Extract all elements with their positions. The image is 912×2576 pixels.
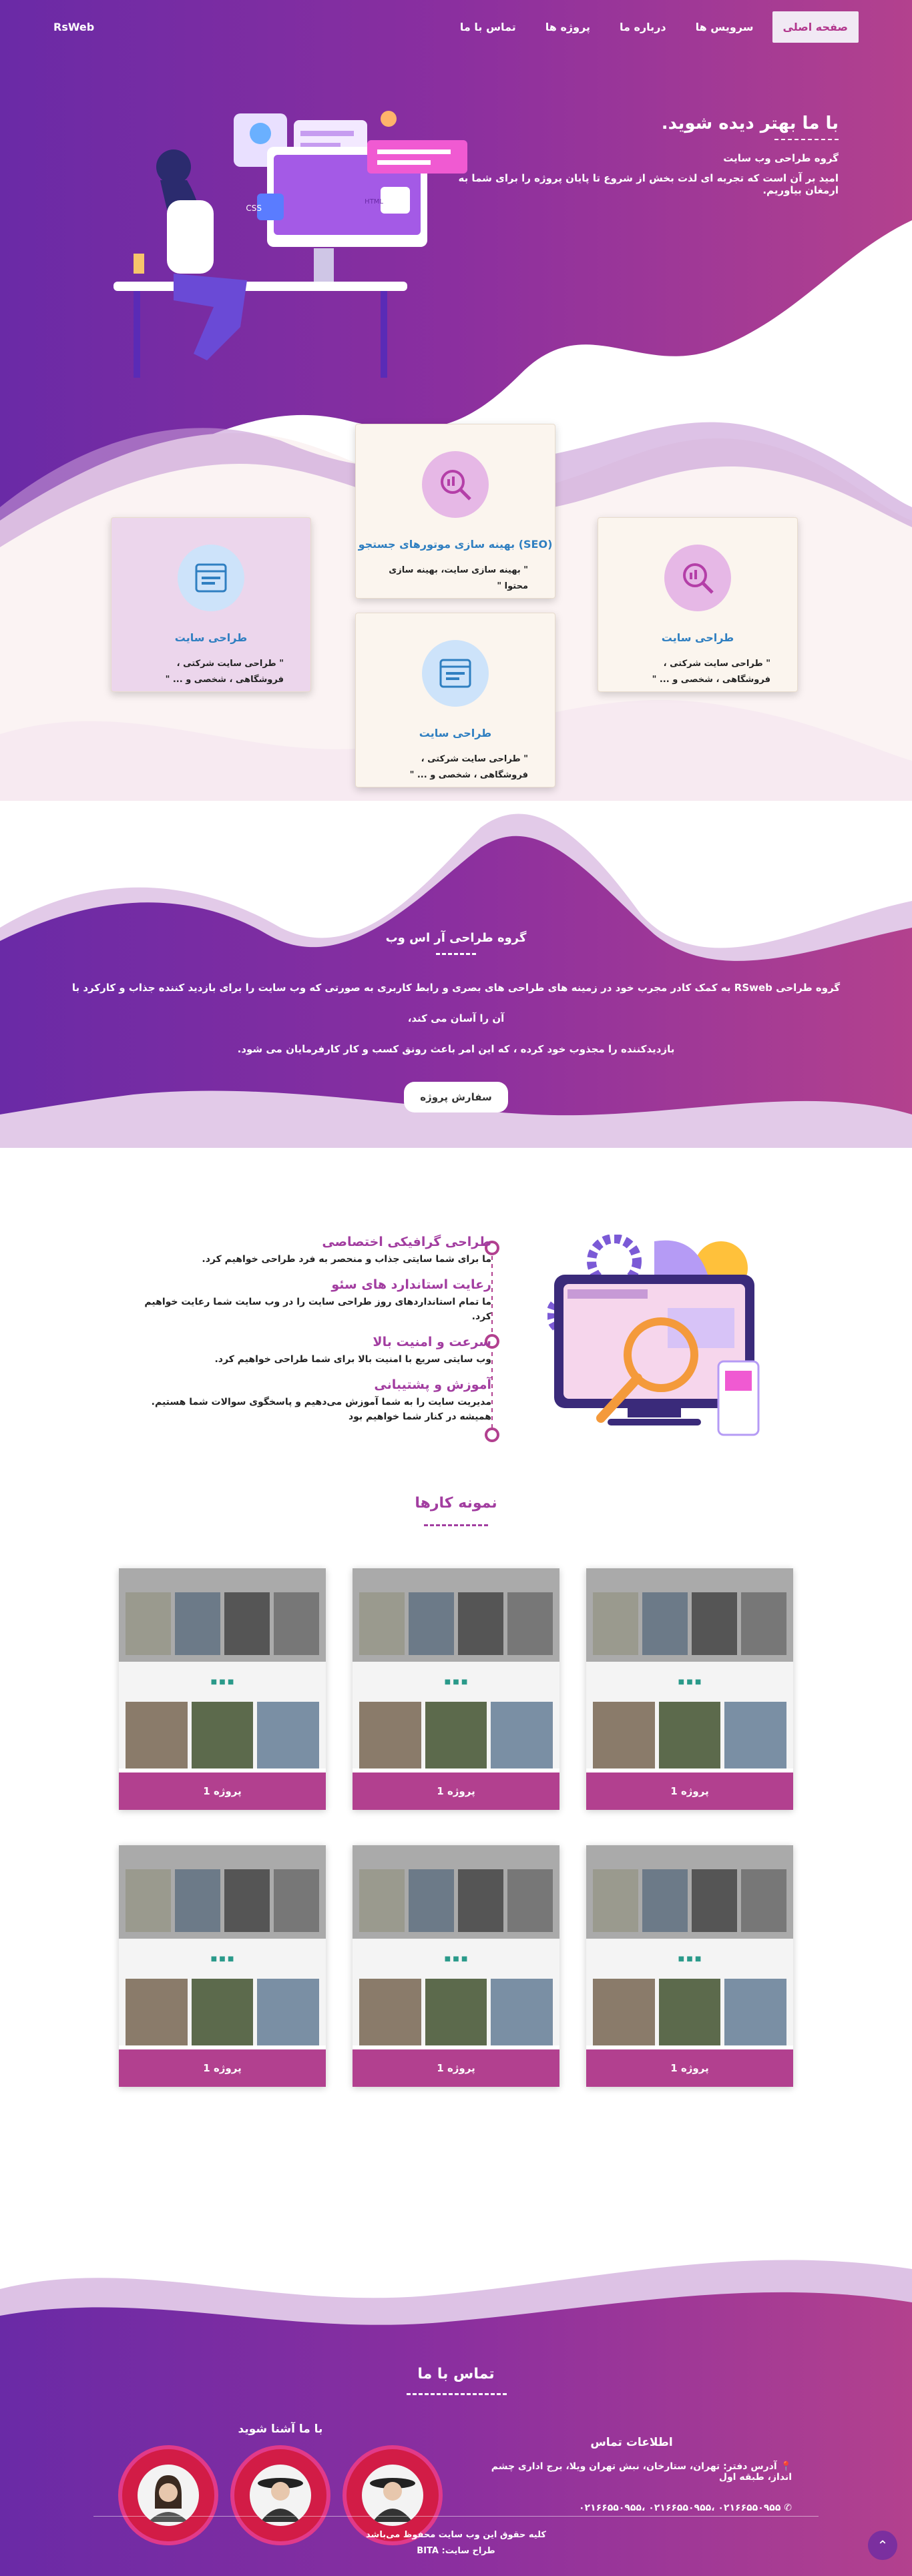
about-text-line-2: بازدیدکننده را مجذوب خود کرده ، که این ا… (237, 1043, 675, 1055)
feature-title: رعایت استاندارد های سئو (331, 1277, 491, 1292)
nav-home[interactable]: صفحه اصلی (772, 11, 859, 43)
project-screenshot: ■ ■ ■ (353, 1845, 559, 2045)
address-text: آدرس دفتر: تهران، ستارخان، نبش تهران ویل… (491, 2461, 792, 2483)
top-navbar: صفحه اصلی سرویس ها درباره ما پروژه ها تم… (0, 0, 912, 53)
feature-title: طراحی گرافیکی اختصاصی (322, 1235, 491, 1249)
service-card-seo[interactable]: (SEO) بهینه سازی موتورهای جستجو " بهینه … (355, 424, 555, 599)
project-card[interactable]: ■ ■ ■ پروژه 1 (353, 1845, 559, 2087)
features-list: طراحی گرافیکی اختصاصی ما برای شما سایتی … (131, 1235, 491, 1435)
project-label[interactable]: پروژه 1 (353, 1773, 559, 1810)
hero-subtitle: گروه طراحی وب سایت (723, 152, 839, 164)
phone-icon: ✆ (784, 2503, 792, 2513)
hero-title: با ما بهتر دیده شوید. (661, 113, 839, 133)
about-content: گروه طراحی آر اس وب گروه طراحی RSweb به … (0, 931, 912, 1112)
project-card[interactable]: ■ ■ ■ پروژه 1 (119, 1845, 326, 2087)
project-screenshot: ■ ■ ■ (586, 1845, 793, 2045)
hero-description: امید بر آن است که تجربه ای لذت بخش از شر… (458, 172, 839, 196)
service-text: " طراحی سایت شرکتی ، فروشگاهی ، شخصی و .… (165, 659, 284, 685)
phone-text: ۰۲۱۶۶۵۵۰۹۵۵ ،۰۲۱۶۶۵۵۰۹۵۵ ،۰۲۱۶۶۵۵۰۹۵۵ (578, 2503, 781, 2513)
feature-title: آموزش و پشتیبانی (374, 1377, 491, 1392)
designer-illustration: CSS HTML (113, 111, 467, 378)
contact-title: تماس با ما (417, 2366, 495, 2382)
hero-text-block: با ما بهتر دیده شوید. گروه طراحی وب سایت… (425, 113, 839, 196)
hero-title-divider (774, 139, 839, 140)
about-text-line-1: گروه طراحی RSweb به کمک کادر مجرب خود در… (71, 982, 841, 1024)
portfolio-title: نمونه کارها (415, 1495, 497, 1512)
browser-window-icon (178, 545, 244, 611)
service-title: (SEO) بهینه سازی موتورهای جستجو (358, 538, 553, 551)
project-card[interactable]: ■ ■ ■ پروژه 1 (353, 1568, 559, 1810)
feature-item: آموزش و پشتیبانی مدیریت سایت را به شما آ… (131, 1377, 491, 1424)
feature-item: رعایت استاندارد های سئو ما تمام استاندار… (131, 1277, 491, 1324)
service-card-web-design[interactable]: طراحی سایت " طراحی سایت شرکتی ، فروشگاهی… (111, 517, 311, 692)
browser-window-icon (422, 640, 489, 707)
project-card[interactable]: ■ ■ ■ پروژه 1 (586, 1568, 793, 1810)
about-title: گروه طراحی آر اس وب (385, 931, 527, 945)
svg-text:HTML: HTML (365, 198, 383, 206)
project-label[interactable]: پروژه 1 (119, 1773, 326, 1810)
project-label[interactable]: پروژه 1 (353, 2049, 559, 2087)
nav-projects[interactable]: پروژه ها (535, 11, 601, 43)
team-title: با ما آشنا شوید (238, 2423, 323, 2436)
seo-magnifier-icon (422, 451, 489, 518)
nav-contact[interactable]: تماس با ما (449, 11, 527, 43)
designer-credit: طراح سایت: BITA (417, 2546, 495, 2556)
portfolio-divider (424, 1524, 488, 1526)
feature-text: ما تمام استانداردهای روز طراحی سایت را د… (144, 1297, 491, 1322)
project-label[interactable]: پروژه 1 (586, 2049, 793, 2087)
nav-about[interactable]: درباره ما (609, 11, 677, 43)
service-text: " طراحی سایت شرکتی ، فروشگاهی ، شخصی و .… (409, 754, 528, 780)
main-menu: صفحه اصلی سرویس ها درباره ما پروژه ها تم… (449, 11, 859, 43)
service-title: طراحی سایت (661, 631, 734, 644)
contact-phones[interactable]: ✆ ۰۲۱۶۶۵۵۰۹۵۵ ،۰۲۱۶۶۵۵۰۹۵۵ ،۰۲۱۶۶۵۵۰۹۵۵ (471, 2503, 792, 2513)
feature-text: ما برای شما سایتی جذاب و منحصر به فرد طر… (202, 1254, 491, 1265)
person-icon (148, 2475, 188, 2522)
project-screenshot: ■ ■ ■ (119, 1568, 326, 1768)
about-section: گروه طراحی آر اس وب گروه طراحی RSweb به … (0, 801, 912, 1148)
site-footer: کلیه حقوق این وب سایت محفوظ می‌باشد طراح… (93, 2516, 819, 2559)
person-icon (258, 2478, 303, 2522)
site-logo[interactable]: RsWeb (53, 21, 94, 33)
contact-info-title: اطلاعات تماس (590, 2436, 673, 2449)
features-section: طراحی گرافیکی اختصاصی ما برای شما سایتی … (0, 1148, 912, 1495)
hero-section: با ما بهتر دیده شوید. گروه طراحی وب سایت… (0, 0, 912, 801)
service-title: طراحی سایت (419, 727, 492, 739)
project-label[interactable]: پروژه 1 (586, 1773, 793, 1810)
feature-text: وب سایتی سریع با امنیت بالا برای شما طرا… (214, 1354, 491, 1365)
about-divider (436, 953, 476, 955)
map-pin-icon: 📍 (780, 2461, 792, 2472)
copyright-text: کلیه حقوق این وب سایت محفوظ می‌باشد (366, 2530, 546, 2540)
service-title: طراحی سایت (174, 631, 248, 644)
service-card-web-design[interactable]: طراحی سایت " طراحی سایت شرکتی ، فروشگاهی… (355, 613, 555, 787)
feature-title: سرعت و امنیت بالا (373, 1335, 491, 1349)
project-screenshot: ■ ■ ■ (353, 1568, 559, 1768)
chevron-up-icon: ⌃ (877, 2537, 889, 2553)
feature-text: مدیریت سایت را به شما آموزش می‌دهیم و پا… (151, 1397, 491, 1422)
contact-divider (407, 2393, 507, 2395)
project-label[interactable]: پروژه 1 (119, 2049, 326, 2087)
feature-item: سرعت و امنیت بالا وب سایتی سریع با امنیت… (131, 1335, 491, 1367)
scroll-to-top-button[interactable]: ⌃ (868, 2531, 897, 2560)
service-text: " بهینه سازی سایت، بهینه سازی محتوا " (389, 565, 528, 591)
project-card[interactable]: ■ ■ ■ پروژه 1 (119, 1568, 326, 1810)
feature-item: طراحی گرافیکی اختصاصی ما برای شما سایتی … (131, 1235, 491, 1267)
seo-monitor-illustration (547, 1235, 760, 1436)
contact-section: تماس با ما اطلاعات تماس 📍 آدرس دفتر: تهر… (0, 2229, 912, 2576)
person-icon (370, 2478, 415, 2522)
project-card[interactable]: ■ ■ ■ پروژه 1 (586, 1845, 793, 2087)
nav-services[interactable]: سرویس ها (685, 11, 764, 43)
service-card-web-design[interactable]: طراحی سایت " طراحی سایت شرکتی ، فروشگاهی… (598, 517, 798, 692)
order-project-button[interactable]: سفارش پروژه (404, 1082, 508, 1112)
project-screenshot: ■ ■ ■ (586, 1568, 793, 1768)
service-text: " طراحی سایت شرکتی ، فروشگاهی ، شخصی و .… (652, 659, 770, 685)
contact-address: 📍 آدرس دفتر: تهران، ستارخان، نبش تهران و… (471, 2461, 792, 2483)
svg-text:CSS: CSS (246, 204, 262, 213)
portfolio-section: نمونه کارها ■ ■ ■ پروژه 1 ■ ■ ■ پروژه 1 … (0, 1495, 912, 2229)
seo-magnifier-icon (664, 545, 731, 611)
project-screenshot: ■ ■ ■ (119, 1845, 326, 2045)
